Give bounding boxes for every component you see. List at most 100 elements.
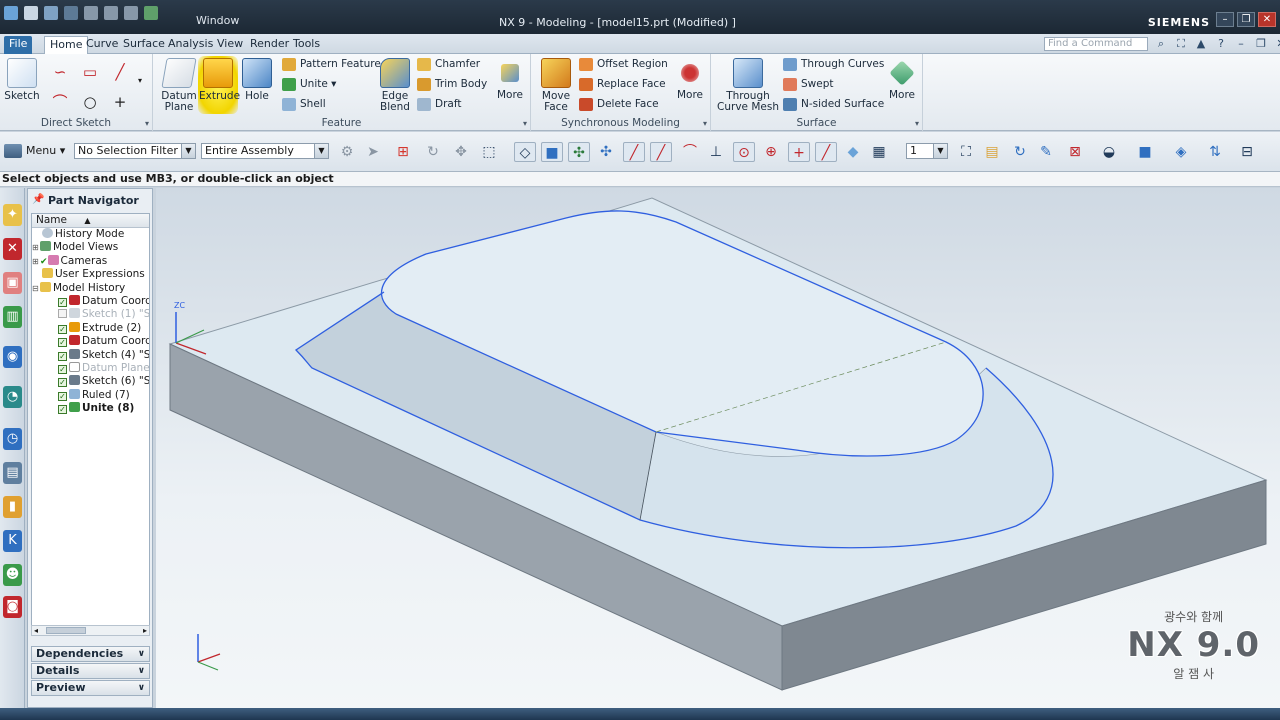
visibility-checkbox[interactable]: ✓ [58, 338, 67, 348]
part-navigator-icon[interactable]: ▣ [3, 272, 22, 294]
feature-more-button[interactable]: More [495, 58, 525, 101]
surface-more-button[interactable]: More [887, 58, 917, 101]
render-style-icon[interactable]: ◒ [1098, 142, 1120, 162]
visibility-checkbox[interactable] [58, 309, 67, 319]
snap-arc-icon[interactable]: ⌒ [679, 142, 701, 162]
scroll-left-icon[interactable]: ◂ [34, 626, 38, 635]
work-layer-select[interactable]: 1 ▼ [906, 143, 948, 159]
offset-region-button[interactable]: Offset Region [579, 56, 668, 73]
tree-item-feature[interactable]: ✓ Datum Coordi [32, 294, 149, 308]
tree-item-feature[interactable]: ✓ Sketch (4) "SK [32, 348, 149, 362]
visibility-checkbox[interactable]: ✓ [58, 405, 67, 415]
snap-quadrant-icon[interactable]: ⊕ [760, 142, 782, 162]
through-curves-button[interactable]: Through Curves [783, 56, 884, 73]
navigator-horizontal-scrollbar[interactable]: ◂ ▸ [31, 625, 150, 636]
dependencies-panel[interactable]: Dependencies ∨ [31, 646, 150, 662]
settings-icon[interactable]: ▲ [1194, 37, 1208, 51]
model-viewport[interactable]: ZC [156, 188, 1280, 708]
tree-item-history-mode[interactable]: History Mode [32, 228, 149, 241]
draft-button[interactable]: Draft [417, 96, 461, 113]
pan-icon[interactable]: ✎ [1035, 142, 1057, 162]
arc-icon[interactable]: ⌒ [50, 92, 70, 112]
fit-view-icon[interactable]: ⛶ [1174, 37, 1188, 51]
assembly-scope-select[interactable]: Entire Assembly ▼ [201, 143, 329, 159]
snap-on-surface-icon[interactable]: ◆ [842, 142, 864, 162]
tree-item-feature[interactable]: ✓ Unite (8) [32, 402, 149, 415]
menu-button[interactable]: Menu ▾ [4, 144, 65, 158]
swept-button[interactable]: Swept [783, 76, 834, 93]
snap-on-curve-icon[interactable]: ╱ [815, 142, 837, 162]
collapse-icon[interactable]: ⊟ [32, 282, 40, 295]
sync-more-button[interactable]: More [675, 58, 705, 101]
process-studio-icon[interactable]: K [3, 530, 22, 552]
snap-drag-icon[interactable]: ✥ [450, 142, 472, 162]
pin-icon[interactable]: 📌 [32, 194, 44, 205]
hole-button[interactable]: Hole [241, 58, 273, 102]
visibility-checkbox[interactable]: ✓ [58, 351, 67, 361]
history-icon[interactable]: ◔ [3, 386, 22, 408]
clock-icon[interactable]: ◷ [3, 428, 22, 450]
command-search-input[interactable]: Find a Command [1044, 37, 1148, 51]
tree-item-model-views[interactable]: ⊞ Model Views [32, 241, 149, 254]
tree-item-feature[interactable]: ✓ Ruled (7) [32, 388, 149, 402]
rotate-view-icon[interactable]: ↻ [1009, 142, 1031, 162]
tree-item-feature[interactable]: Sketch (1) "SK [32, 308, 149, 321]
roles-icon[interactable]: ☻ [3, 564, 22, 586]
tree-item-feature[interactable]: ✓ Extrude (2) [32, 321, 149, 335]
help-icon[interactable]: ? [1214, 37, 1228, 51]
fit-icon[interactable]: ⛶ [955, 142, 977, 162]
minimize-button[interactable]: – [1216, 12, 1234, 27]
datum-plane-button[interactable]: Datum Plane [161, 58, 197, 113]
expand-icon[interactable]: ⊞ [32, 255, 40, 268]
preview-panel[interactable]: Preview ∨ [31, 680, 150, 696]
system-scenes-icon[interactable]: ◙ [3, 596, 22, 618]
direct-sketch-dropdown-icon[interactable]: ▾ [145, 119, 149, 128]
snap-rotate-icon[interactable]: ↻ [422, 142, 444, 162]
shell-button[interactable]: Shell [282, 96, 326, 113]
n-sided-surface-button[interactable]: N-sided Surface [783, 96, 884, 113]
tab-view[interactable]: View [212, 36, 248, 54]
edit-section-icon[interactable]: ◈ [1170, 142, 1192, 162]
view-wireframe-icon[interactable]: ◇ [514, 142, 536, 162]
tree-item-feature[interactable]: ✓ Datum Coordi [32, 335, 149, 348]
select-arrow-icon[interactable]: ➤ [362, 142, 384, 162]
edge-blend-button[interactable]: Edge Blend [377, 58, 413, 113]
visibility-checkbox[interactable]: ✓ [58, 324, 67, 334]
snap-midpoint-icon[interactable]: ╱ [650, 142, 672, 162]
move-face-button[interactable]: Move Face [539, 58, 573, 113]
tab-analysis[interactable]: Analysis [163, 36, 218, 54]
surface-dropdown-icon[interactable]: ▾ [915, 119, 919, 128]
point-icon[interactable]: + [110, 92, 130, 112]
tree-item-feature[interactable]: ✓ Datum Plane ( [32, 361, 149, 375]
tree-item-cameras[interactable]: ⊞✔ Cameras [32, 254, 149, 268]
visibility-checkbox[interactable]: ✓ [58, 391, 67, 401]
trim-body-button[interactable]: Trim Body [417, 76, 487, 93]
search-icon[interactable]: ⌕ [1154, 37, 1168, 51]
ribbon-restore-icon[interactable]: ❐ [1254, 37, 1268, 51]
ribbon-close-icon[interactable]: ✕ [1274, 37, 1280, 51]
tab-render[interactable]: Render [245, 36, 294, 54]
assembly-navigator-icon[interactable]: ✦ [3, 204, 22, 226]
snap-line-icon[interactable]: ╱ [623, 142, 645, 162]
visibility-checkbox[interactable]: ✓ [58, 364, 67, 374]
replace-face-button[interactable]: Replace Face [579, 76, 666, 93]
navigator-tree[interactable]: Name ▲ History Mode ⊞ Model Views ⊞✔ Camer… [31, 213, 150, 627]
details-panel[interactable]: Details ∨ [31, 663, 150, 679]
snap-existing-point-icon[interactable]: + [788, 142, 810, 162]
circle-icon[interactable]: ○ [80, 92, 100, 112]
column-header-name[interactable]: Name ▲ [32, 214, 149, 228]
tab-file[interactable]: File [4, 36, 33, 54]
grid-icon[interactable]: ▦ [868, 142, 890, 162]
snap-end-icon[interactable]: ✣ [595, 142, 617, 162]
unite-button[interactable]: Unite ▾ [282, 76, 336, 93]
constraint-navigator-icon[interactable]: ✕ [3, 238, 22, 260]
extrude-button[interactable]: Extrude [199, 58, 240, 102]
chamfer-button[interactable]: Chamfer [417, 56, 480, 73]
snap-intersection-icon[interactable]: ⊥ [705, 142, 727, 162]
rectangle-icon[interactable]: ▭ [80, 62, 100, 82]
tree-item-model-history[interactable]: ⊟ Model History [32, 281, 149, 295]
snap-center-icon[interactable]: ⊙ [733, 142, 755, 162]
feature-dropdown-icon[interactable]: ▾ [523, 119, 527, 128]
wcs-icon[interactable]: ⇅ [1204, 142, 1226, 162]
through-curve-mesh-button[interactable]: Through Curve Mesh [717, 58, 779, 113]
